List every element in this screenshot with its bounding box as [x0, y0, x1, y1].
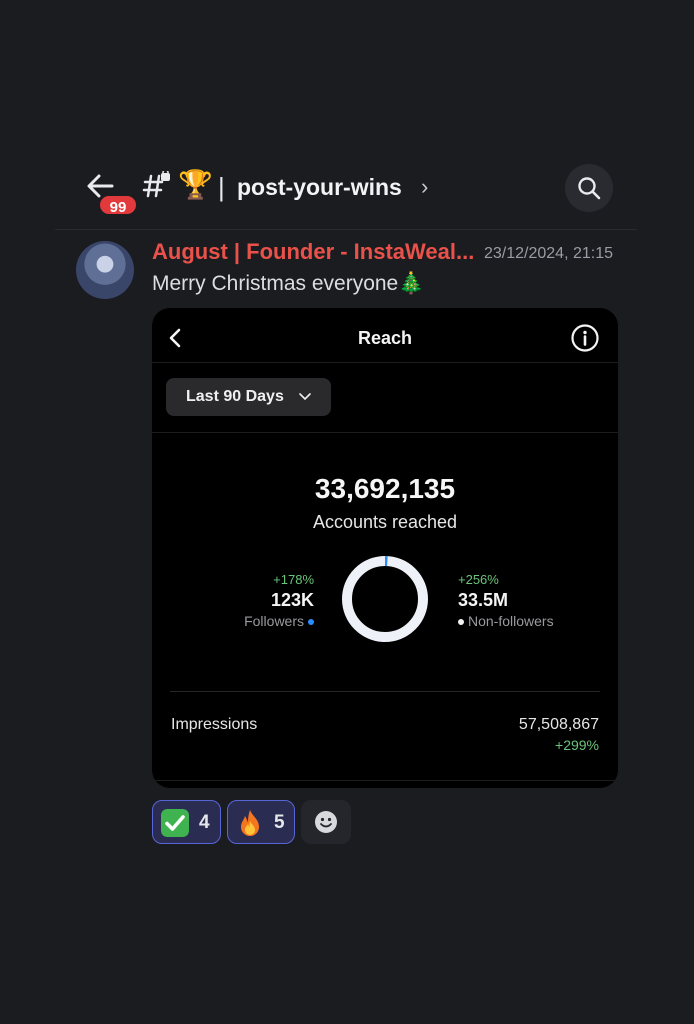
impressions-value: 57,508,867: [518, 716, 599, 733]
fire-icon: [241, 810, 259, 836]
donut-non-followers-ring: [342, 556, 428, 642]
unread-count-badge: 99: [97, 193, 139, 217]
impressions-change: +299%: [555, 737, 599, 753]
non-followers-label: Non-followers: [468, 613, 554, 629]
embed-divider: [170, 691, 600, 692]
non-followers-label-row: Non-followers: [458, 612, 588, 630]
non-followers-stat: +256% 33.5M Non-followers: [458, 572, 588, 630]
smiley-icon: [315, 811, 337, 833]
channel-separator: |: [218, 172, 225, 202]
impressions-label: Impressions: [171, 716, 258, 733]
followers-label: Followers: [244, 613, 304, 629]
reaction-count: 4: [199, 812, 210, 833]
non-followers-change: +256%: [458, 572, 499, 587]
check-mark-icon: [161, 809, 189, 837]
accounts-reached-label: Accounts reached: [312, 512, 458, 532]
reaction-fire[interactable]: 5: [227, 800, 295, 844]
followers-value: 123K: [270, 590, 314, 610]
reaction-count: 5: [274, 812, 285, 833]
date-range-label: Last 90 Days: [186, 388, 284, 405]
message-text: Merry Christmas everyone🎄: [152, 272, 425, 295]
avatar[interactable]: [76, 241, 134, 299]
embed-divider: [152, 362, 618, 363]
search-button[interactable]: [565, 164, 613, 212]
followers-stat: +178% 123K Followers: [212, 572, 314, 630]
date-range-dropdown: Last 90 Days: [166, 378, 331, 416]
reaction-check[interactable]: 4: [152, 800, 221, 844]
non-followers-value: 33.5M: [458, 590, 509, 610]
message-timestamp: 23/12/2024, 21:15: [484, 245, 614, 262]
header-divider: [55, 229, 637, 230]
reach-donut-chart: [342, 556, 428, 642]
embed-divider: [152, 432, 618, 433]
embed-divider: [152, 780, 618, 781]
non-followers-legend-dot: [458, 619, 464, 626]
followers-legend-dot: [308, 619, 314, 626]
followers-change: +178%: [273, 572, 314, 587]
search-icon: [578, 177, 601, 200]
chevron-right-icon[interactable]: ›: [421, 172, 428, 202]
attached-image[interactable]: Reach Last 90 Days 33,692,135 Accounts r…: [152, 308, 618, 788]
followers-label-row: Followers: [212, 612, 314, 630]
info-icon: [571, 324, 599, 352]
accounts-reached-value: 33,692,135: [314, 473, 456, 504]
message-author[interactable]: August | Founder - InstaWeal...: [152, 238, 474, 266]
add-reaction-button[interactable]: [301, 800, 351, 844]
trophy-emoji: 🏆: [178, 169, 213, 200]
chevron-down-icon: [299, 393, 311, 401]
channel-name[interactable]: post-your-wins: [237, 172, 402, 202]
embed-title: Reach: [357, 328, 413, 348]
locked-channel-hash-icon: [142, 171, 170, 198]
